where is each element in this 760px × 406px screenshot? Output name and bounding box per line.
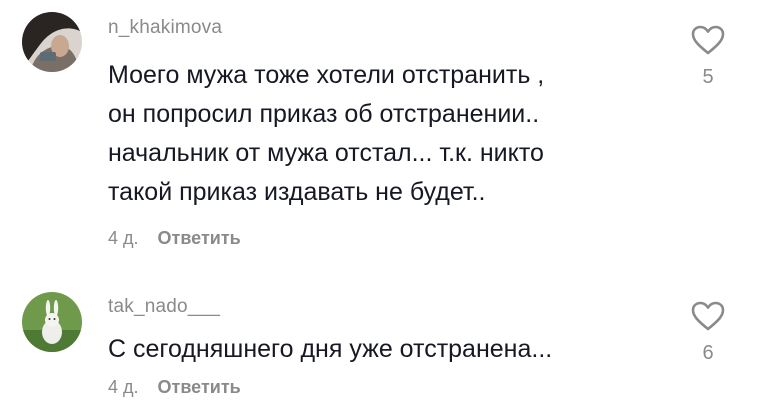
avatar[interactable] (22, 12, 82, 72)
reply-button[interactable]: Ответить (158, 377, 241, 397)
comment-meta: 4 д. Ответить (108, 228, 241, 249)
avatar[interactable] (22, 292, 82, 352)
comment-username[interactable]: tak_nado___ (108, 296, 220, 318)
comment-meta: 4 д. Ответить (108, 377, 241, 398)
avatar-image (22, 292, 82, 352)
comment-username[interactable]: n_khakimova (108, 17, 222, 39)
comment-item: tak_nado___ С сегодняшнего дня уже отстр… (0, 278, 760, 406)
like-count: 5 (702, 66, 714, 88)
comment-item: n_khakimova Моего мужа тоже хотели отстр… (0, 0, 760, 270)
comment-text: Моего мужа тоже хотели отстранить , он п… (108, 56, 668, 212)
like-button[interactable]: 5 (686, 24, 730, 89)
heart-outline-icon[interactable] (690, 300, 726, 332)
comment-list: n_khakimova Моего мужа тоже хотели отстр… (0, 0, 760, 406)
like-count: 6 (702, 342, 714, 364)
comment-text-line: начальник от мужа отстал... т.к. никто (108, 139, 544, 167)
comment-time: 4 д. (108, 377, 139, 397)
reply-button[interactable]: Ответить (158, 228, 241, 248)
heart-outline-icon[interactable] (690, 24, 726, 56)
avatar-image (22, 12, 82, 72)
comment-time: 4 д. (108, 228, 139, 248)
comment-text-line: Моего мужа тоже хотели отстранить , (108, 61, 545, 89)
comment-text-line: С сегодняшнего дня уже отстранена... (108, 335, 553, 363)
comment-text-line: он попросил приказ об отстранении.. (108, 100, 540, 128)
comment-text: С сегодняшнего дня уже отстранена... (108, 330, 668, 369)
like-button[interactable]: 6 (686, 300, 730, 365)
comment-text-line: такой приказ издавать не будет.. (108, 178, 486, 206)
